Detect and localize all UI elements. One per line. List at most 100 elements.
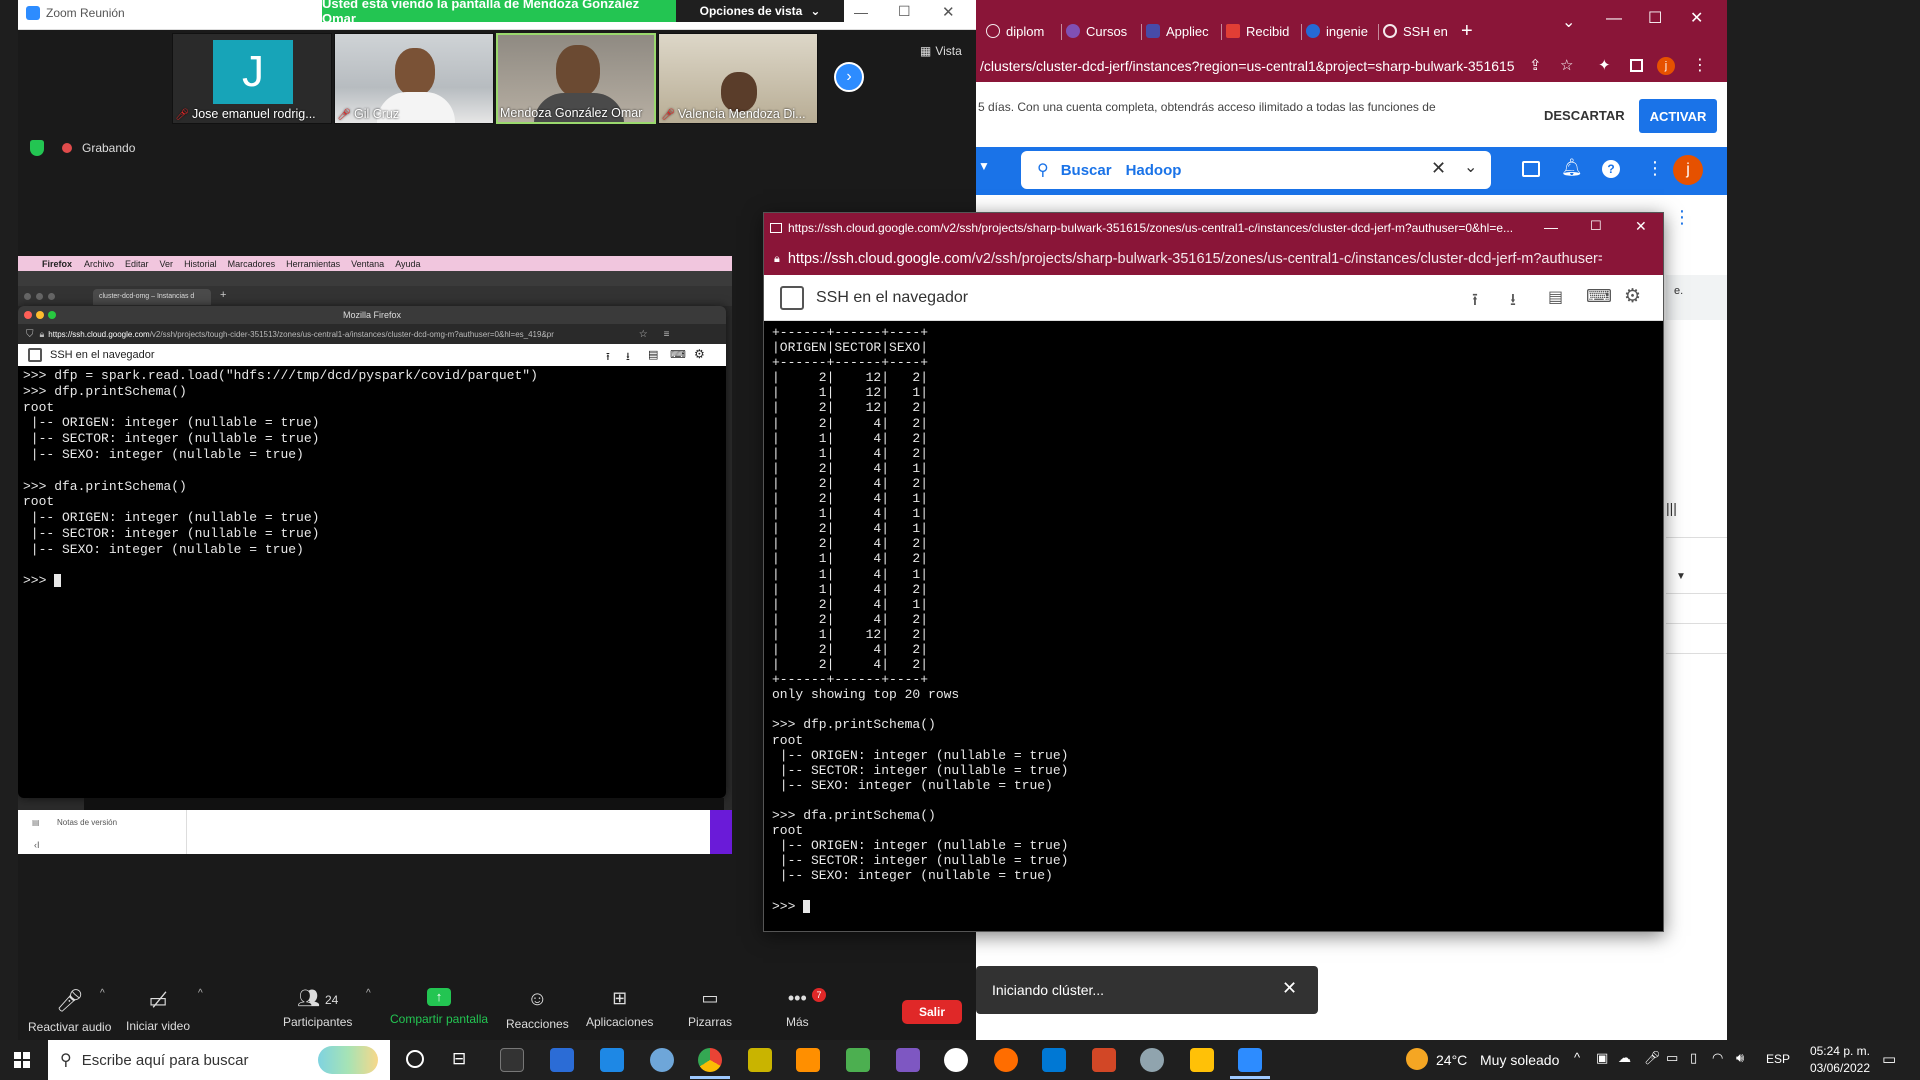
ide-app-icon[interactable]: [846, 1048, 870, 1072]
chrome-address-bar[interactable]: /clusters/cluster-dcd-jerf/instances?reg…: [976, 52, 1727, 82]
new-tab-button[interactable]: +: [220, 289, 226, 301]
close-icon[interactable]: ✕: [1282, 978, 1297, 999]
terminal-app-icon[interactable]: [500, 1048, 524, 1072]
postman-icon[interactable]: [994, 1048, 1018, 1072]
shield-icon[interactable]: [30, 140, 44, 156]
volume-icon[interactable]: 🔊︎: [1736, 1050, 1744, 1066]
next-page-button[interactable]: ›: [834, 62, 864, 92]
chevron-down-icon[interactable]: ▼: [1676, 571, 1686, 582]
weather-icon[interactable]: [1406, 1048, 1428, 1070]
taskbar-search[interactable]: ⚲ Escribe aquí para buscar: [48, 1040, 390, 1080]
notifications-icon[interactable]: ▭: [1882, 1050, 1896, 1068]
tool-app-icon[interactable]: [748, 1048, 772, 1072]
collapse-icon[interactable]: ‹I: [34, 840, 40, 850]
display-icon[interactable]: ▭: [1666, 1050, 1678, 1066]
help-icon[interactable]: ?: [1602, 160, 1620, 178]
participant-thumb[interactable]: 🎤︎ Valencia Mendoza Di...: [658, 33, 818, 124]
columns-icon[interactable]: |||: [1666, 500, 1677, 516]
apps-button[interactable]: ⊞ Aplicaciones: [586, 988, 653, 1029]
close-icon[interactable]: ✕: [1635, 218, 1647, 235]
keyboard-icon[interactable]: ⌨: [1586, 286, 1612, 307]
feedback-icon[interactable]: ▤: [648, 348, 658, 361]
upload-icon[interactable]: ⭱: [1472, 287, 1478, 316]
whiteboards-button[interactable]: ▭ Pizarras: [688, 988, 732, 1029]
more-button[interactable]: ••• Más: [786, 988, 809, 1029]
zoom-app-icon[interactable]: [1238, 1048, 1262, 1072]
file-explorer-icon[interactable]: [1190, 1048, 1214, 1072]
cloud-shell-icon[interactable]: [1522, 161, 1540, 177]
profile-avatar[interactable]: j: [1657, 57, 1675, 75]
feedback-icon[interactable]: ▤: [1548, 287, 1563, 307]
release-notes-link[interactable]: Notas de versión: [57, 818, 117, 827]
gear-icon[interactable]: ⚙: [694, 347, 705, 361]
participant-thumb[interactable]: J 🎤︎ Jose emanuel rodrig...: [172, 33, 332, 124]
maximize-icon[interactable]: ☐: [1648, 8, 1662, 28]
mail-app-icon[interactable]: [550, 1048, 574, 1072]
sublime-app-icon[interactable]: [796, 1048, 820, 1072]
r-app-icon[interactable]: [650, 1048, 674, 1072]
chrome-tab[interactable]: SSH en: [1383, 18, 1448, 44]
chevron-up-icon[interactable]: ^: [366, 988, 371, 999]
leave-button[interactable]: Salir: [902, 1000, 962, 1024]
chevron-up-icon[interactable]: ^: [1574, 1050, 1580, 1065]
view-options-button[interactable]: Opciones de vista ⌄: [676, 0, 844, 22]
reactions-button[interactable]: ☺ Reacciones: [506, 988, 569, 1031]
vscode-icon[interactable]: [1042, 1048, 1066, 1072]
cloud-icon[interactable]: ☁: [1618, 1050, 1631, 1066]
more-icon[interactable]: ⋮: [1673, 207, 1691, 228]
menu-icon[interactable]: ≡: [664, 329, 670, 340]
search-input[interactable]: ⚲ Buscar Hadoop ✕ ⌄: [1021, 151, 1491, 189]
chevron-up-icon[interactable]: ^: [100, 988, 105, 999]
cortana-icon[interactable]: [406, 1050, 424, 1068]
chrome-tab[interactable]: Appliec: [1146, 18, 1209, 44]
chrome-menu-icon[interactable]: ⋮: [1692, 55, 1708, 75]
participants-button[interactable]: 👥︎ 24 Participantes: [283, 988, 352, 1029]
participant-thumb[interactable]: 🎤︎ Gil Cruz: [334, 33, 494, 124]
download-icon[interactable]: ⭳: [626, 348, 630, 367]
meet-now-icon[interactable]: ▣: [1596, 1050, 1608, 1066]
more-icon[interactable]: ⋮: [1646, 158, 1664, 179]
clock[interactable]: 05:24 p. m. 03/06/2022: [1800, 1043, 1870, 1077]
share-screen-button[interactable]: ↑ Compartir pantalla: [390, 988, 488, 1026]
extensions-icon[interactable]: ✦: [1598, 56, 1611, 74]
mic-icon[interactable]: 🎤︎: [1644, 1050, 1661, 1066]
star-icon[interactable]: ☆: [1560, 56, 1573, 74]
view-button[interactable]: ▦ Vista: [920, 44, 962, 58]
chevron-up-icon[interactable]: ^: [198, 988, 203, 999]
ff-terminal[interactable]: >>> dfp = spark.read.load("hdfs:///tmp/d…: [18, 366, 726, 798]
minimize-icon[interactable]: —: [854, 4, 868, 20]
chevron-down-icon[interactable]: ▼: [978, 159, 990, 173]
gear-icon[interactable]: ⚙: [1624, 285, 1641, 308]
unmute-button[interactable]: 🎤︎ Reactivar audio: [28, 988, 111, 1034]
settings-app-icon[interactable]: [1140, 1048, 1164, 1072]
activate-button[interactable]: ACTIVAR: [1639, 99, 1717, 133]
weather-desc[interactable]: Muy soleado: [1480, 1052, 1559, 1068]
minimize-icon[interactable]: —: [1606, 10, 1622, 28]
star-icon[interactable]: ☆: [639, 329, 648, 340]
chevron-down-icon[interactable]: ⌄: [1562, 12, 1575, 32]
start-video-button[interactable]: ▭̸ Iniciar video: [126, 988, 190, 1033]
wifi-icon[interactable]: ◠: [1712, 1050, 1723, 1066]
powerpoint-icon[interactable]: [1092, 1048, 1116, 1072]
weather-temp[interactable]: 24°C: [1436, 1052, 1467, 1068]
chrome-tab[interactable]: ingenie: [1306, 18, 1368, 44]
visual-studio-icon[interactable]: [896, 1048, 920, 1072]
participant-thumb-active[interactable]: Mendoza González Omar: [496, 33, 656, 124]
ssh-address-bar[interactable]: 🔒︎ https://ssh.cloud.google.com /v2/ssh/…: [764, 243, 1663, 275]
minimize-icon[interactable]: —: [1544, 219, 1558, 235]
chrome-tab[interactable]: diplom: [986, 18, 1044, 44]
share-icon[interactable]: ⇪: [1529, 56, 1542, 74]
sidepanel-icon[interactable]: [1630, 59, 1643, 72]
maximize-icon[interactable]: ☐: [1590, 218, 1602, 234]
dismiss-button[interactable]: DESCARTAR: [1544, 108, 1625, 123]
task-view-icon[interactable]: ⊟: [452, 1049, 466, 1069]
email-app-icon[interactable]: [600, 1048, 624, 1072]
keyboard-icon[interactable]: ⌨: [670, 348, 686, 361]
chrome-url[interactable]: /clusters/cluster-dcd-jerf/instances?reg…: [980, 58, 1515, 74]
ff-url-bar[interactable]: ⛉ 🔒︎ https://ssh.cloud.google.com /v2/ss…: [18, 324, 726, 344]
chevron-down-icon[interactable]: ⌄: [1464, 157, 1477, 177]
upload-icon[interactable]: ⭱: [606, 348, 610, 367]
chrome-app-icon[interactable]: [698, 1048, 722, 1072]
close-icon[interactable]: ✕: [942, 3, 955, 21]
download-icon[interactable]: ⭳: [1510, 287, 1516, 316]
